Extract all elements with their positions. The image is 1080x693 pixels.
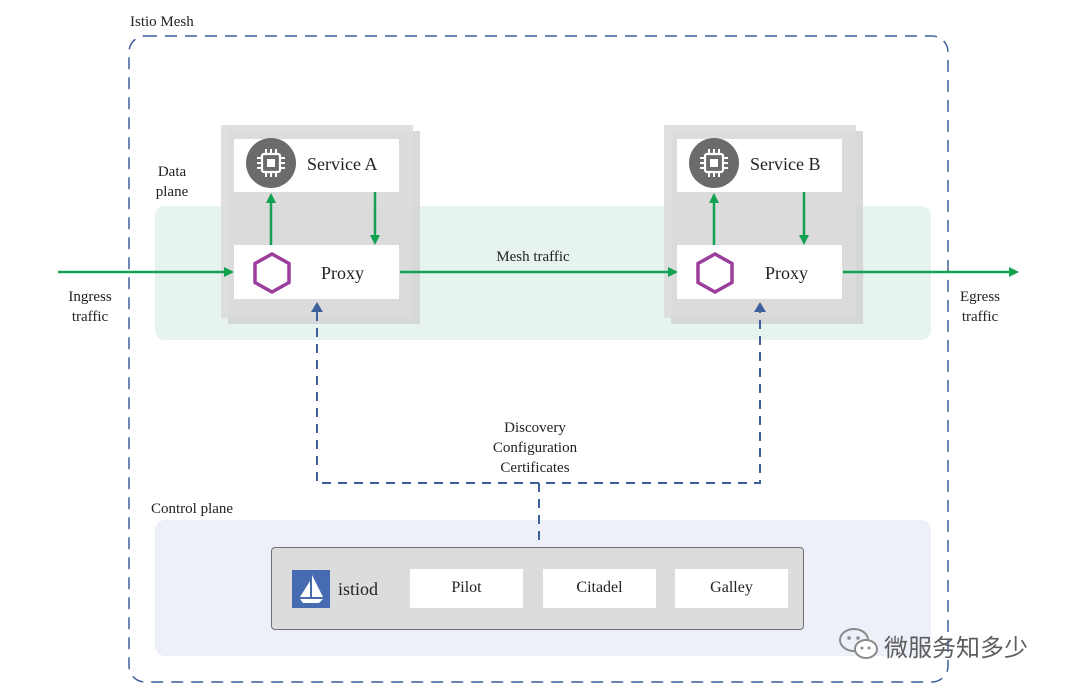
istiod-label: istiod <box>338 579 379 599</box>
ingress-label-line1: Ingress <box>68 289 112 305</box>
data-plane-label-line2: plane <box>155 184 189 200</box>
mesh-traffic-label: Mesh traffic <box>496 249 570 265</box>
pilot-box: Pilot <box>410 569 523 608</box>
certificates-label: Certificates <box>500 460 570 476</box>
config-arrowhead-b <box>754 302 766 312</box>
mesh-title: Istio Mesh <box>130 14 194 30</box>
citadel-box: Citadel <box>543 569 656 608</box>
config-arrowhead-a <box>311 302 323 312</box>
wechat-icon <box>839 628 878 659</box>
egress-label: Egress traffic <box>940 287 1020 327</box>
galley-box: Galley <box>675 569 788 608</box>
data-plane-label-line1: Data <box>157 164 187 180</box>
watermark-text: 微服务知多少 <box>884 634 1028 662</box>
egress-label-line1: Egress <box>960 289 1000 305</box>
egress-label-line2: traffic <box>961 309 999 325</box>
configuration-label: Configuration <box>492 440 578 456</box>
config-label: Discovery Configuration Certificates <box>455 418 615 478</box>
discovery-label: Discovery <box>504 420 566 436</box>
ingress-label: Ingress traffic <box>50 287 130 327</box>
istio-sail-logo <box>292 570 330 608</box>
data-plane-label: Data plane <box>150 162 194 202</box>
ingress-label-line2: traffic <box>71 309 109 325</box>
control-plane-label: Control plane <box>151 501 234 517</box>
